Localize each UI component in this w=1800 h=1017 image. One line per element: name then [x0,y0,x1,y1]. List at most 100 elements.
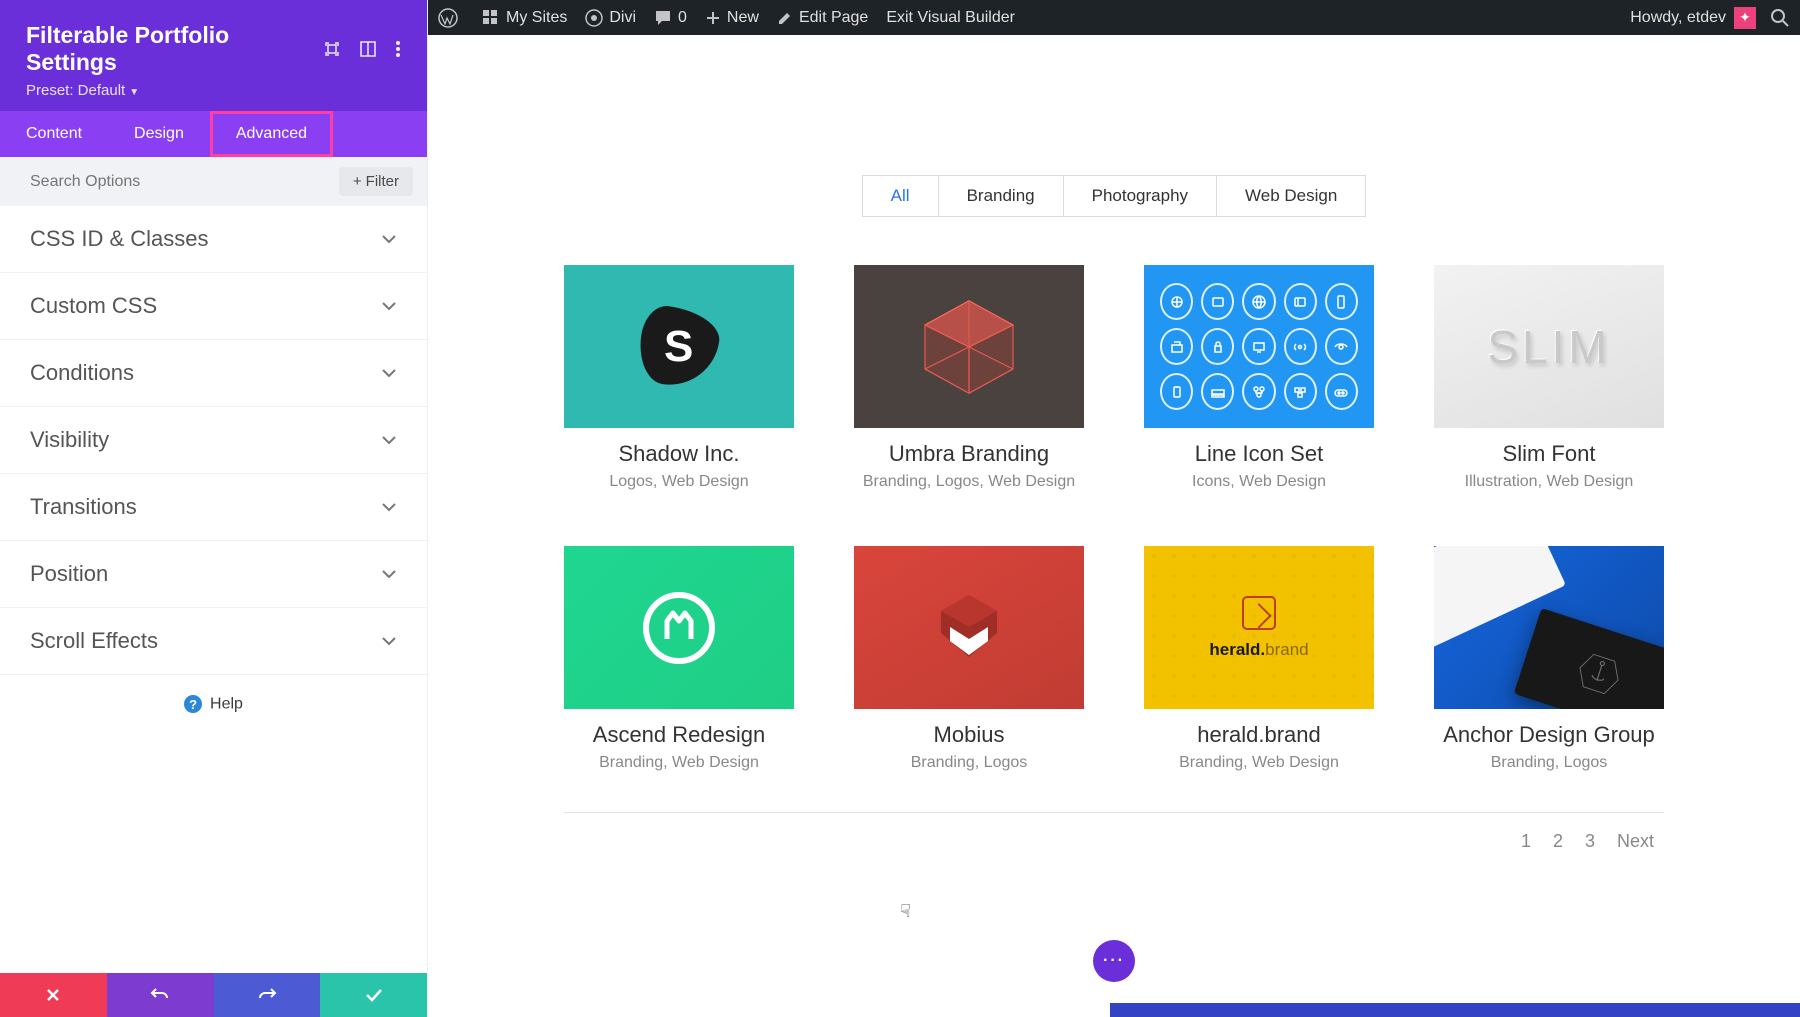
panel-tabs: Content Design Advanced [0,111,427,157]
settings-panel: Filterable Portfolio Settings Preset: De… [0,0,428,1017]
search-row: +Filter [0,157,427,206]
section-transitions[interactable]: Transitions [0,474,427,541]
comments-count: 0 [678,9,687,27]
portfolio-item[interactable]: Mobius Branding, Logos [854,546,1084,772]
redo-icon [257,987,277,1003]
exit-builder-link[interactable]: Exit Visual Builder [886,9,1015,27]
card-title: Ascend Redesign [564,722,794,748]
howdy-label: Howdy, etdev [1630,9,1726,27]
tab-advanced[interactable]: Advanced [210,111,333,157]
portfolio-item[interactable]: SLIM Slim Font Illustration, Web Design [1434,265,1664,491]
portfolio-filters: All Branding Photography Web Design [428,175,1800,217]
divi-icon [585,9,603,27]
section-position[interactable]: Position [0,541,427,608]
section-label: Transitions [30,494,137,520]
chevron-down-icon [381,502,397,512]
preview-canvas: All Branding Photography Web Design Shad… [428,35,1800,1017]
search-input[interactable] [30,173,339,191]
portfolio-item[interactable]: Ascend Redesign Branding, Web Design [564,546,794,772]
help-link[interactable]: ?Help [0,675,427,734]
section-label: Visibility [30,427,109,453]
portfolio-item[interactable]: Anchor Design Group Branding, Logos [1434,546,1664,772]
comments-icon [654,9,672,27]
card-title: Shadow Inc. [564,441,794,467]
new-link[interactable]: New [705,9,759,27]
page-1[interactable]: 1 [1521,831,1531,852]
divi-link[interactable]: Divi [585,9,636,27]
caret-down-icon: ▼ [129,87,139,98]
card-cats: Logos, Web Design [564,473,794,491]
divi-label: Divi [609,9,636,27]
panel-footer [0,973,427,1017]
chevron-down-icon [381,636,397,646]
thumb-slim: SLIM [1434,265,1664,428]
page-3[interactable]: 3 [1585,831,1595,852]
filter-button[interactable]: +Filter [339,167,413,196]
sites-icon [482,9,500,27]
tab-content[interactable]: Content [0,111,108,157]
card-title: herald.brand [1144,722,1374,748]
card-title: Umbra Branding [854,441,1084,467]
my-sites-link[interactable]: My Sites [482,9,567,27]
undo-button[interactable] [107,973,214,1017]
herald-shield-icon [1242,596,1276,630]
expand-icon[interactable] [359,40,377,58]
save-button[interactable] [320,973,427,1017]
portfolio-item[interactable]: Line Icon Set Icons, Web Design [1144,265,1374,491]
page-2[interactable]: 2 [1553,831,1563,852]
builder-fab[interactable]: ··· [1093,940,1135,982]
section-handle[interactable] [1110,1003,1800,1017]
thumb-anchor [1434,546,1664,709]
my-sites-label: My Sites [506,9,567,27]
help-icon: ? [184,695,202,713]
kebab-icon[interactable] [395,40,401,58]
filter-branding[interactable]: Branding [938,175,1064,217]
chevron-down-icon [381,435,397,445]
filter-webdesign[interactable]: Web Design [1216,175,1366,217]
portfolio-grid: Shadow Inc. Logos, Web Design Umbra Bran… [564,265,1664,772]
admin-search[interactable] [1770,8,1790,28]
exit-builder-label: Exit Visual Builder [886,9,1015,27]
page-next[interactable]: Next [1617,831,1654,852]
account-menu[interactable]: Howdy, etdev✦ [1630,7,1756,29]
edit-page-link[interactable]: Edit Page [777,9,868,27]
comments-link[interactable]: 0 [654,9,687,27]
portfolio-item[interactable]: Shadow Inc. Logos, Web Design [564,265,794,491]
preset-dropdown[interactable]: Preset: Default▼ [26,82,401,99]
section-css-id[interactable]: CSS ID & Classes [0,206,427,273]
section-scroll-effects[interactable]: Scroll Effects [0,608,427,675]
chevron-down-icon [381,234,397,244]
panel-title: Filterable Portfolio Settings [26,22,323,76]
section-label: Custom CSS [30,293,157,319]
portfolio-item[interactable]: Umbra Branding Branding, Logos, Web Desi… [854,265,1084,491]
card-cats: Branding, Logos [854,754,1084,772]
snap-icon[interactable] [323,40,341,58]
thumb-ascend [564,546,794,709]
section-visibility[interactable]: Visibility [0,407,427,474]
card-cats: Icons, Web Design [1144,473,1374,491]
tab-design[interactable]: Design [108,111,210,157]
section-label: Scroll Effects [30,628,158,654]
redo-button[interactable] [214,973,321,1017]
card-cats: Branding, Logos, Web Design [854,473,1084,491]
edit-page-label: Edit Page [799,9,868,27]
cancel-button[interactable] [0,973,107,1017]
check-icon [364,987,384,1003]
card-title: Slim Font [1434,441,1664,467]
herald-text: herald.brand [1209,640,1308,660]
section-conditions[interactable]: Conditions [0,340,427,407]
chevron-down-icon [381,368,397,378]
wp-logo-menu[interactable] [438,8,464,28]
filter-photography[interactable]: Photography [1063,175,1217,217]
wordpress-icon [438,8,458,28]
portfolio-item[interactable]: herald.brand herald.brand Branding, Web … [1144,546,1374,772]
pagination: 1 2 3 Next [564,812,1664,852]
section-label: Conditions [30,360,134,386]
chevron-down-icon [381,301,397,311]
section-label: CSS ID & Classes [30,226,209,252]
chevron-down-icon [381,569,397,579]
x-icon [45,987,61,1003]
section-custom-css[interactable]: Custom CSS [0,273,427,340]
card-title: Mobius [854,722,1084,748]
filter-all[interactable]: All [862,175,939,217]
